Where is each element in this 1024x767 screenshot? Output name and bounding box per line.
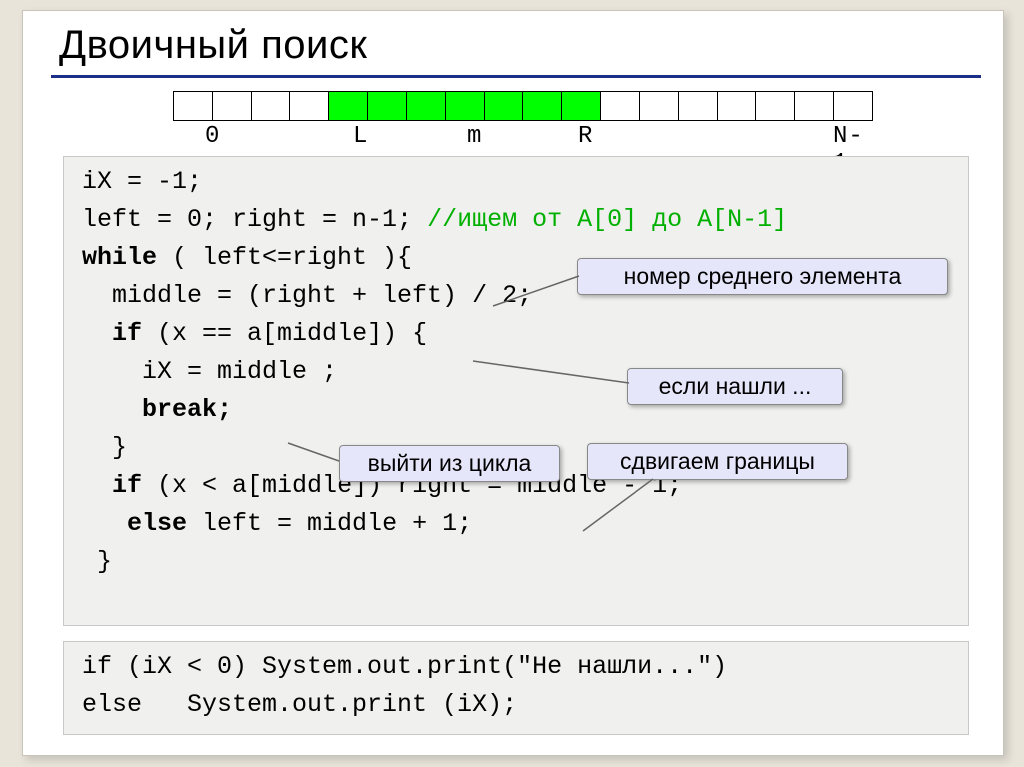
- label-zero: 0: [205, 123, 219, 150]
- array-cell: [212, 91, 251, 121]
- array-cell: [367, 91, 406, 121]
- code-block-output: if (iX < 0) System.out.print("Не нашли..…: [63, 641, 969, 735]
- array-cell: [600, 91, 639, 121]
- array-cell: [445, 91, 484, 121]
- label-m: m: [467, 123, 481, 150]
- array-cell: [833, 91, 873, 121]
- array-cell: [406, 91, 445, 121]
- array-labels: 0 L m R N-1: [173, 123, 873, 151]
- array-cell: [289, 91, 328, 121]
- code-line: iX = -1;: [82, 163, 950, 201]
- array-cell: [755, 91, 794, 121]
- array-cell: [717, 91, 756, 121]
- code-line: if (x == a[middle]) {: [82, 315, 950, 353]
- array-cell: [794, 91, 833, 121]
- code-line: else left = middle + 1;: [82, 505, 950, 543]
- array-cell: [639, 91, 678, 121]
- code-line: else System.out.print (iX);: [82, 686, 950, 724]
- slide-title: Двоичный поиск: [59, 23, 367, 68]
- label-L: L: [353, 123, 367, 150]
- callout-middle-index: номер среднего элемента: [577, 258, 948, 295]
- callout-found: если нашли ...: [627, 368, 843, 405]
- code-line: left = 0; right = n-1; //ищем от A[0] до…: [82, 201, 950, 239]
- code-line: }: [82, 543, 950, 581]
- array-cell: [173, 91, 212, 121]
- callout-shift-bounds: сдвигаем границы: [587, 443, 848, 480]
- array-cell: [678, 91, 717, 121]
- title-underline: [51, 75, 981, 78]
- array-cell: [328, 91, 367, 121]
- array-cell: [484, 91, 523, 121]
- callout-break: выйти из цикла: [339, 445, 560, 482]
- slide: Двоичный поиск 0 L m R N-1 iX = -1; left…: [22, 10, 1004, 756]
- array-cell: [251, 91, 290, 121]
- array-cell: [561, 91, 600, 121]
- array-diagram: [173, 91, 873, 121]
- label-R: R: [578, 123, 592, 150]
- array-cell: [522, 91, 561, 121]
- code-line: if (iX < 0) System.out.print("Не нашли..…: [82, 648, 950, 686]
